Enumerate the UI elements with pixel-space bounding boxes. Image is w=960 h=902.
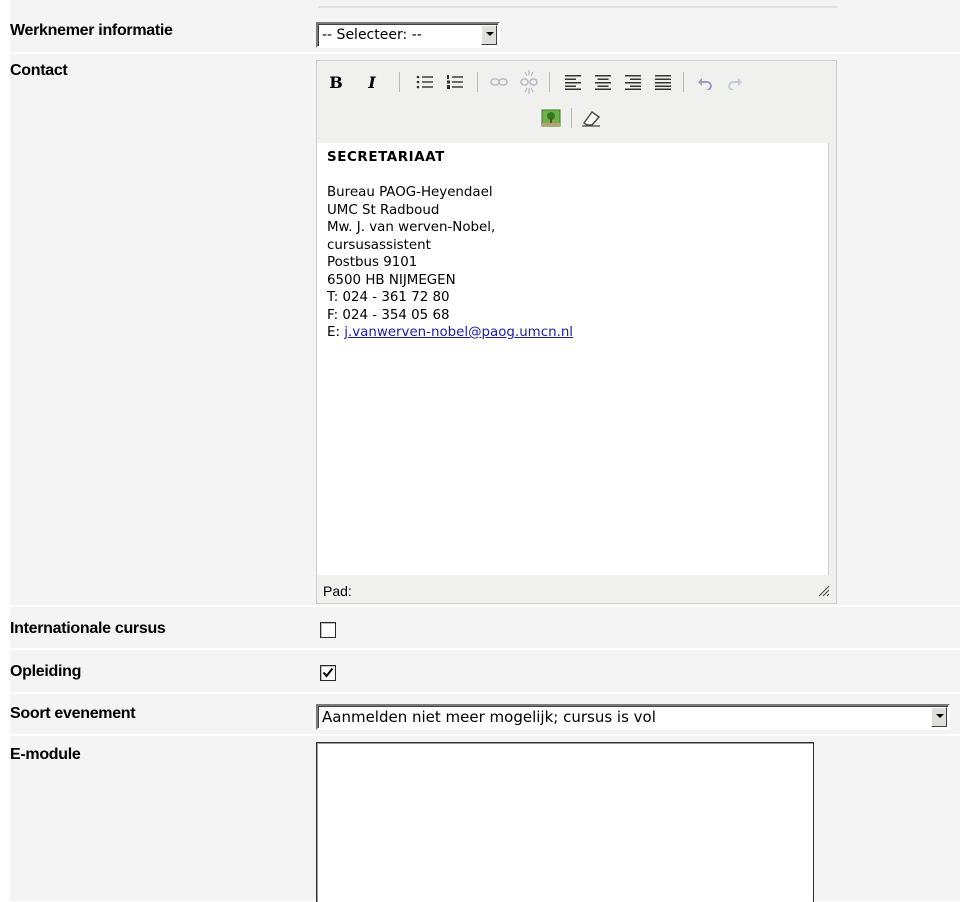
internationale-cursus-checkbox[interactable]: [320, 622, 336, 638]
content-line: Mw. J. van werven-Nobel,: [327, 220, 496, 235]
align-justify-icon[interactable]: [651, 71, 675, 93]
bold-icon[interactable]: B: [325, 71, 347, 93]
align-right-icon[interactable]: [621, 71, 645, 93]
content-line: F: 024 - 354 05 68: [327, 307, 450, 323]
content-heading: SECRETARIAAT: [327, 150, 445, 165]
soort-evenement-label: Soort evenement: [10, 705, 136, 722]
contact-rich-text-editor[interactable]: B I SECRETARIAAT Bureau PAOG-Heyendael U…: [316, 60, 837, 604]
editor-statusbar: Pad:: [317, 575, 836, 603]
row-separator: [10, 52, 960, 54]
row-separator: [10, 605, 960, 607]
link-icon[interactable]: [487, 71, 511, 93]
content-line: 6500 HB NIJMEGEN: [327, 272, 456, 288]
werknemer-informatie-select[interactable]: -- Selecteer: --: [316, 22, 500, 48]
content-line: cursusassistent: [327, 237, 431, 253]
soort-evenement-select[interactable]: Aanmelden niet meer mogelijk; cursus is …: [316, 704, 950, 730]
soort-evenement-value: Aanmelden niet meer mogelijk; cursus is …: [322, 708, 656, 726]
toolbar-separator: [477, 72, 478, 92]
align-center-icon[interactable]: [591, 71, 615, 93]
opleiding-checkbox[interactable]: [320, 665, 336, 681]
italic-icon[interactable]: I: [361, 71, 383, 93]
row-separator: [10, 692, 960, 694]
werknemer-select-value: -- Selecteer: --: [322, 27, 422, 43]
toolbar-separator: [683, 72, 684, 92]
unordered-list-icon[interactable]: [413, 71, 437, 93]
toolbar-separator: [549, 72, 550, 92]
top-strip: [10, 0, 960, 10]
content-line: T: 024 - 361 72 80: [327, 290, 450, 305]
editor-toolbar: B I: [317, 61, 836, 143]
email-line: E: j.vanwerven-nobel@paog.umcn.nl: [327, 324, 573, 342]
e-module-textarea[interactable]: [316, 742, 814, 902]
chevron-down-icon[interactable]: [931, 707, 947, 727]
eraser-icon[interactable]: [579, 107, 603, 129]
toolbar-separator: [399, 72, 400, 92]
insert-image-icon[interactable]: [539, 107, 563, 129]
checkmark-icon: [322, 667, 334, 678]
ordered-list-icon[interactable]: [443, 71, 467, 93]
row-separator: [10, 734, 960, 736]
chevron-down-icon[interactable]: [481, 25, 497, 45]
content-line: Bureau PAOG-Heyendael: [327, 185, 493, 200]
e-module-label: E-module: [10, 746, 81, 763]
editor-content-area[interactable]: SECRETARIAAT Bureau PAOG-Heyendael UMC S…: [317, 143, 829, 576]
undo-icon[interactable]: [693, 71, 717, 93]
content-line: UMC St Radboud: [327, 202, 440, 218]
email-link[interactable]: j.vanwerven-nobel@paog.umcn.nl: [344, 325, 573, 340]
opleiding-label: Opleiding: [10, 663, 82, 680]
redo-icon[interactable]: [723, 71, 747, 93]
path-label: Pad:: [323, 583, 352, 599]
align-left-icon[interactable]: [561, 71, 585, 93]
content-line: Postbus 9101: [327, 255, 418, 270]
internationale-cursus-label: Internationale cursus: [10, 620, 166, 637]
row-separator: [10, 648, 960, 650]
resize-grip-icon[interactable]: [818, 585, 830, 597]
toolbar-separator: [571, 108, 572, 128]
unlink-icon[interactable]: [517, 67, 541, 97]
contact-label: Contact: [10, 62, 68, 79]
werknemer-informatie-label: Werknemer informatie: [10, 22, 173, 39]
email-prefix: E:: [327, 325, 345, 340]
